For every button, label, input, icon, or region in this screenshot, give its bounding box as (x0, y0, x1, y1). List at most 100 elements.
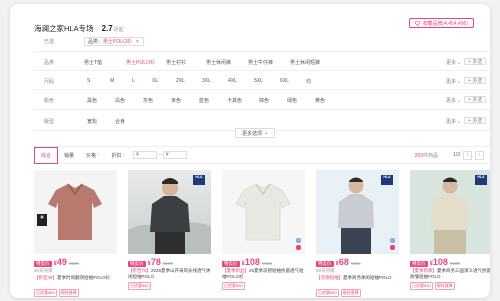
product-title[interactable]: 【折后49】夏季时尚翻领短袖POLO衫 (34, 275, 117, 287)
title-prefix: 【折后49】 (34, 275, 58, 280)
size-more-button[interactable]: 更多 ⌄ (446, 78, 461, 86)
next-page-button[interactable]: › (475, 150, 484, 160)
original-price: ¥158 (261, 261, 272, 266)
size-option[interactable]: 2XL (176, 78, 185, 84)
product-image[interactable]: HLA (410, 170, 490, 254)
size-option[interactable]: XL (152, 78, 158, 84)
color-option[interactable]: 绿色 (287, 97, 297, 104)
selected-filter-chip[interactable]: 品类：男士POLO衫 ✕ (84, 37, 144, 46)
size-option[interactable]: 3XL (202, 78, 211, 84)
filter-row-color: 颜色 黑色 白色 灰色 米色 蓝色 卡其色 棕色 绿色 黄色 更多 ⌄ + 多选 (34, 90, 490, 110)
sort-sales[interactable]: 销量 (58, 147, 80, 164)
chip-prefix: 品类： (88, 39, 104, 45)
side-icons (390, 238, 395, 250)
product-card[interactable]: 特卖价 ¥108 ¥158 【夏季新品】25夏季凉感短袖抗菌透气短袖POLO衫 已优… (222, 170, 305, 290)
more-options-button[interactable]: 更多选项 ⌄ (235, 128, 276, 138)
hla-logo: HLA (193, 175, 205, 185)
fit-multi-button[interactable]: + 多选 (464, 117, 487, 124)
prev-page-button[interactable]: ‹ (463, 150, 472, 160)
category-option[interactable]: 男士休闲短裤 (290, 59, 320, 66)
filter-label-category: 品类 (44, 60, 55, 66)
product-title[interactable]: 【凉感短袖】夏季商务休闲短袖POLO (316, 275, 399, 287)
sort-arrows-icon: ↕ (97, 152, 100, 158)
category-option[interactable]: 男士衬衫 (166, 59, 186, 66)
category-multi-button[interactable]: + 多选 (464, 58, 487, 65)
product-title[interactable]: 【折后78】2025夏季山开采风长线透气休闲短袖POLO (128, 268, 211, 280)
sold-info: 60天热销 (316, 268, 335, 273)
color-option[interactable]: 黑色 (87, 97, 97, 104)
product-image[interactable]: HLA (128, 170, 211, 254)
color-option[interactable]: 黄色 (315, 97, 325, 104)
price-tag: 特卖价 (34, 261, 52, 267)
price-min-input[interactable] (133, 151, 158, 159)
product-image[interactable]: ▣ (34, 170, 117, 254)
favorite-brand-label: 收藏品牌(4,454,496) (422, 20, 468, 27)
filter-label-color: 颜色 (44, 98, 55, 104)
product-price: ¥108 (429, 257, 448, 267)
product-card[interactable]: HLA 特卖价 ¥68 ¥118 60天热销 【凉感短袖】夏季商务休闲短袖POLO … (316, 170, 399, 297)
original-price: ¥138 (449, 261, 460, 266)
product-price: ¥108 (241, 257, 260, 267)
category-option-active[interactable]: 男士POLO衫 (126, 59, 155, 66)
title-prefix: 【夏季新款】 (410, 268, 437, 273)
color-option[interactable]: 蓝色 (199, 97, 209, 104)
product-card[interactable]: ▣ 特卖价 ¥49 ¥138 60天热销 【折后49】夏季时尚翻领短袖POLO衫 已… (34, 170, 117, 297)
price-value: 78 (150, 257, 161, 267)
color-option[interactable]: 卡其色 (227, 97, 242, 104)
filter-row-size: 尺码 S M L XL 2XL 3XL 4XL 5XL 6XL 均 更多 ⌄ + … (34, 71, 490, 90)
color-multi-button[interactable]: + 多选 (464, 96, 487, 103)
color-more-button[interactable]: 更多 ⌄ (446, 97, 462, 105)
product-image[interactable]: HLA (316, 170, 399, 254)
color-option[interactable]: 棕色 (259, 97, 269, 104)
category-option[interactable]: 男士休闲裤 (206, 59, 231, 66)
size-option[interactable]: 4XL (228, 78, 237, 84)
product-image[interactable] (222, 170, 305, 254)
price-max-input[interactable] (162, 151, 187, 159)
product-card[interactable]: HLA 特卖价 ¥108 ¥138 【夏季新款】夏季商务三国演义透气抗菌防皱短袖PO… (410, 170, 490, 290)
price-value: 68 (338, 257, 349, 267)
product-title[interactable]: 【夏季新款】夏季商务三国演义透气抗菌防皱短袖POLO (410, 268, 490, 280)
size-multi-button[interactable]: + 多选 (464, 77, 487, 84)
product-card[interactable]: HLA 特卖价 ¥78 ¥138 【折后78】2025夏季山开采风长线透气休闲短袖P… (128, 170, 211, 290)
price-separator: - (159, 152, 161, 158)
size-option[interactable]: L (132, 78, 135, 84)
sort-discount[interactable]: 折扣 ↕ (106, 147, 132, 164)
polo-shirt-image (48, 183, 102, 240)
promo-badge: 限时直降 (340, 289, 361, 297)
price-tag: 特卖价 (222, 261, 240, 267)
product-title[interactable]: 【夏季新品】25夏季凉感短袖抗菌透气短袖POLO衫 (222, 268, 305, 280)
size-option[interactable]: 6XL (280, 78, 289, 84)
chip-value: 男士POLO衫 (103, 39, 132, 45)
result-count-suffix: 件商品 (422, 152, 438, 159)
product-price: ¥49 (53, 257, 67, 267)
color-option[interactable]: 灰色 (143, 97, 153, 104)
promo-badge-icon: ▣ (37, 214, 47, 226)
sort-price[interactable]: 价格 ↕ (80, 147, 106, 164)
color-option[interactable]: 白色 (115, 97, 125, 104)
filter-row-category: 品类 男士T恤 男士POLO衫 男士衬衫 男士休闲裤 男士牛仔裤 男士休闲短裤 … (34, 52, 490, 71)
category-more-button[interactable]: 更多 ⌄ (446, 59, 461, 67)
size-option[interactable]: M (110, 78, 114, 84)
result-count-number: 209 (414, 152, 423, 159)
color-option[interactable]: 米色 (171, 97, 181, 104)
favorite-brand-button[interactable]: 收藏品牌(4,454,496) (409, 18, 474, 28)
fit-option[interactable]: 宽松 (87, 118, 97, 125)
size-option[interactable]: S (87, 78, 90, 84)
fit-option[interactable]: 合身 (115, 118, 125, 125)
hla-logo: HLA (475, 175, 487, 185)
chip-close-icon[interactable]: ✕ (135, 39, 139, 45)
sort-default[interactable]: 综合 (34, 146, 59, 164)
brand-page-card: 海澜之家HLA专场 2.7折起 收藏品牌(4,454,496) 已选 品类：男士… (10, 4, 490, 298)
sort-discount-label: 折扣 (111, 152, 122, 159)
category-option[interactable]: 男士牛仔裤 (248, 59, 273, 66)
result-count: 209件商品 (415, 152, 438, 159)
price-value: 108 (244, 257, 260, 267)
chevron-down-icon: ⌄ (457, 97, 462, 104)
size-option[interactable]: 5XL (254, 78, 263, 84)
promo-badge: 已优惠¥50 (316, 289, 339, 297)
size-option[interactable]: 均 (306, 78, 311, 85)
fit-more-button[interactable]: 更多 ⌄ (446, 118, 461, 126)
side-icons (296, 238, 301, 250)
category-option[interactable]: 男士T恤 (84, 59, 102, 66)
chevron-down-icon: ⌄ (264, 130, 269, 136)
